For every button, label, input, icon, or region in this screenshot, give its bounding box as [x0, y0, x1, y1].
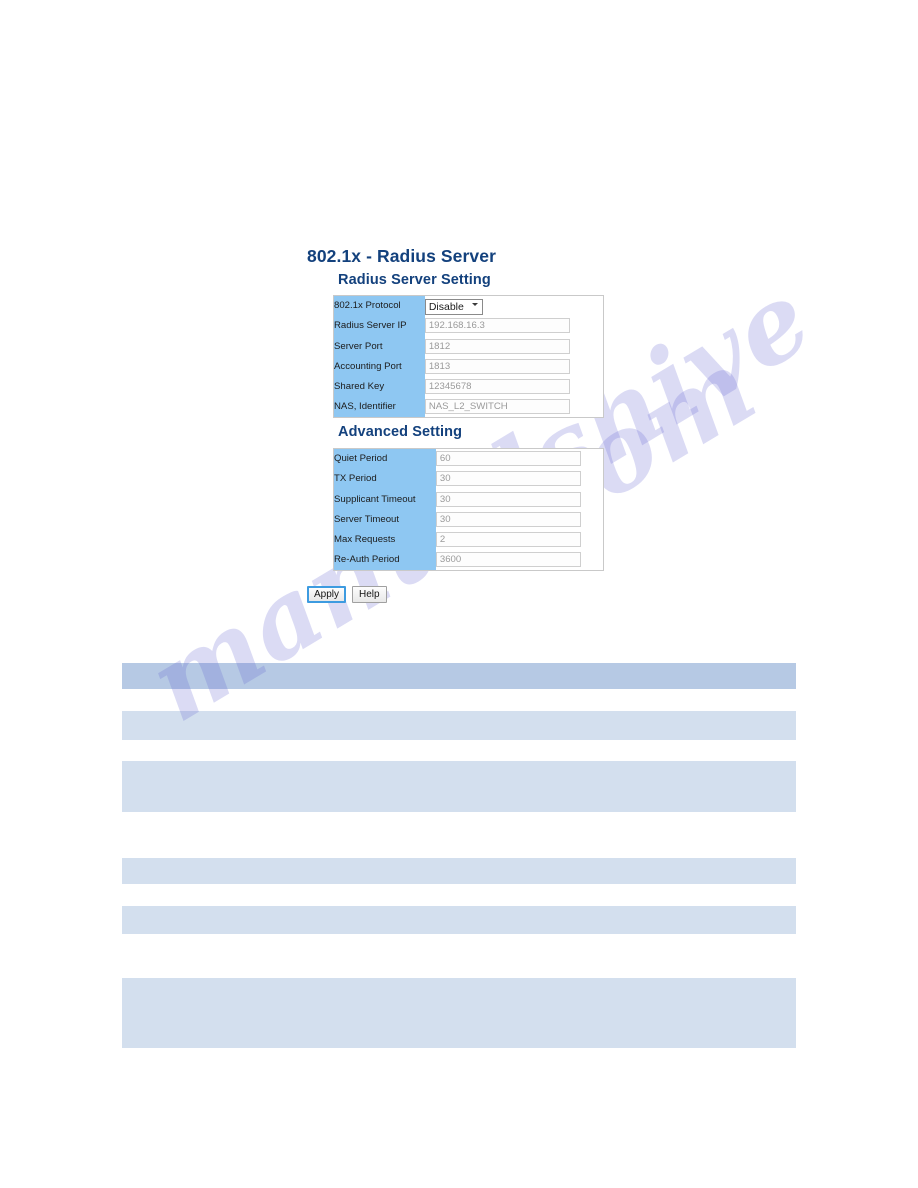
table-row	[122, 858, 796, 884]
setting-label: Supplicant Timeout	[333, 489, 436, 510]
setting-label: TX Period	[333, 468, 436, 490]
table-row	[122, 906, 796, 934]
setting-label: NAS, Identifier	[333, 396, 425, 418]
setting-value-cell	[424, 396, 604, 418]
setting-label: Server Port	[333, 336, 425, 357]
setting-text-input[interactable]	[424, 318, 570, 334]
setting-value-cell	[435, 549, 604, 571]
setting-label: Quiet Period	[333, 448, 436, 469]
protocol-select-wrapper: DisableEnable	[424, 297, 483, 315]
setting-value-cell	[424, 356, 604, 377]
page-title: 802.1x - Radius Server	[307, 246, 496, 266]
advanced-setting-table: Quiet PeriodTX PeriodSupplicant TimeoutS…	[333, 448, 604, 571]
setting-label: Shared Key	[333, 376, 425, 397]
section-heading-radius-server-setting: Radius Server Setting	[338, 272, 491, 288]
page-canvas: manualshive .com 802.1x - Radius Server …	[0, 0, 918, 1188]
lower-content-table	[122, 663, 796, 1048]
setting-value-cell	[435, 448, 604, 469]
setting-text-input[interactable]	[435, 491, 581, 507]
setting-value-cell	[435, 509, 604, 530]
setting-label: 802.1x Protocol	[333, 295, 425, 316]
setting-value-cell	[435, 529, 604, 550]
settings-row: 802.1x ProtocolDisableEnable	[333, 295, 604, 316]
table-row	[122, 663, 796, 689]
table-row-gap	[122, 934, 796, 978]
settings-row: Re-Auth Period	[333, 549, 604, 571]
setting-label: Radius Server IP	[333, 315, 425, 337]
table-row-gap	[122, 740, 796, 761]
settings-row: Shared Key	[333, 376, 604, 397]
apply-button[interactable]: Apply	[307, 586, 347, 603]
table-row-gap	[122, 689, 796, 711]
settings-row: Server Timeout	[333, 509, 604, 530]
setting-value-cell	[424, 336, 604, 357]
setting-value-cell	[424, 315, 604, 337]
settings-row: Quiet Period	[333, 448, 604, 469]
form-action-buttons: Apply Help	[307, 586, 387, 603]
settings-row: Accounting Port	[333, 356, 604, 377]
setting-label: Max Requests	[333, 529, 436, 550]
help-button[interactable]: Help	[352, 586, 387, 603]
setting-text-input[interactable]	[435, 532, 581, 548]
table-row	[122, 711, 796, 740]
table-row-gap	[122, 812, 796, 858]
setting-label: Re-Auth Period	[333, 549, 436, 571]
protocol-select[interactable]: DisableEnable	[424, 298, 483, 315]
table-row	[122, 761, 796, 812]
setting-text-input[interactable]	[435, 471, 581, 487]
setting-text-input[interactable]	[424, 359, 570, 375]
settings-row: Server Port	[333, 336, 604, 357]
radius-server-setting-table: 802.1x ProtocolDisableEnableRadius Serve…	[333, 295, 604, 418]
setting-value-cell	[424, 376, 604, 397]
setting-value-cell	[435, 489, 604, 510]
setting-text-input[interactable]	[435, 512, 581, 528]
table-row	[122, 978, 796, 1048]
setting-value-cell	[435, 468, 604, 490]
setting-text-input[interactable]	[424, 399, 570, 415]
setting-label: Server Timeout	[333, 509, 436, 530]
setting-label: Accounting Port	[333, 356, 425, 377]
settings-row: Max Requests	[333, 529, 604, 550]
table-row-gap	[122, 884, 796, 906]
settings-row: NAS, Identifier	[333, 396, 604, 418]
section-heading-advanced-setting: Advanced Setting	[338, 424, 463, 440]
settings-row: Radius Server IP	[333, 315, 604, 337]
settings-row: TX Period	[333, 468, 604, 490]
setting-value-cell: DisableEnable	[424, 295, 604, 316]
setting-text-input[interactable]	[424, 338, 570, 354]
setting-text-input[interactable]	[435, 451, 581, 467]
settings-row: Supplicant Timeout	[333, 489, 604, 510]
setting-text-input[interactable]	[424, 379, 570, 395]
setting-text-input[interactable]	[435, 552, 581, 568]
